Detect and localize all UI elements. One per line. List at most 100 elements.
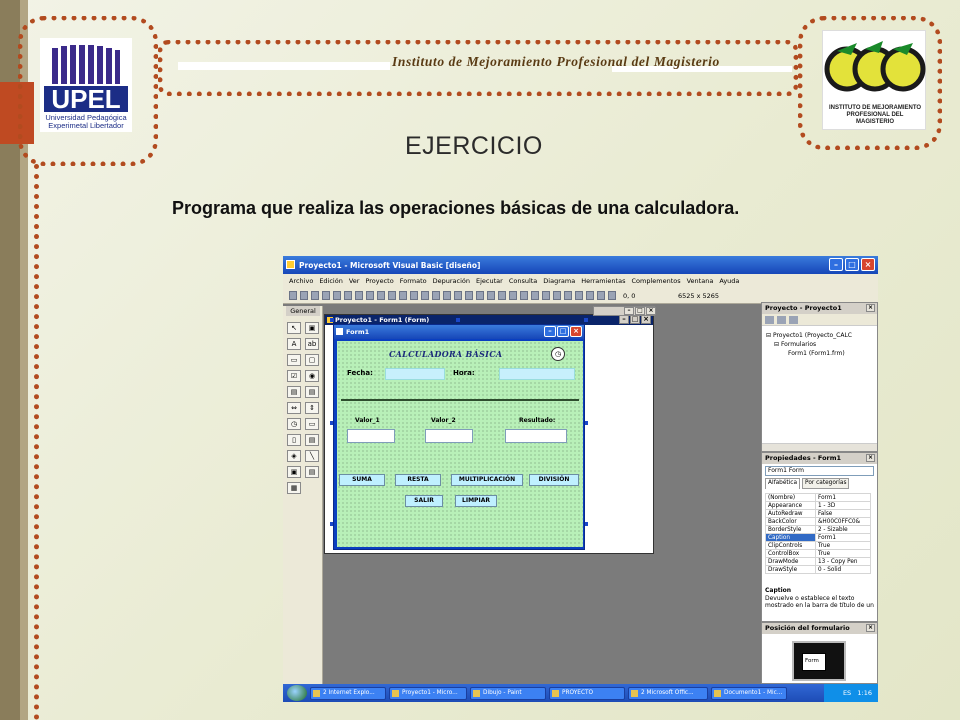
property-value[interactable]: Form1 bbox=[815, 533, 871, 542]
menu-ver[interactable]: Ver bbox=[349, 277, 360, 288]
toolbar-button-icon[interactable] bbox=[575, 291, 583, 300]
toolbox-control-icon[interactable]: ◈ bbox=[287, 450, 301, 462]
menu-depuración[interactable]: Depuración bbox=[433, 277, 470, 288]
menu-archivo[interactable]: Archivo bbox=[289, 277, 313, 288]
toolbox-control-icon[interactable]: ▣ bbox=[287, 466, 301, 478]
menu-herramientas[interactable]: Herramientas bbox=[581, 277, 625, 288]
menu-formato[interactable]: Formato bbox=[400, 277, 427, 288]
property-value[interactable]: 13 - Copy Pen bbox=[815, 557, 871, 566]
toolbox-control-icon[interactable]: ▭ bbox=[305, 418, 319, 430]
menu-ventana[interactable]: Ventana bbox=[687, 277, 714, 288]
valor1-input[interactable] bbox=[347, 429, 395, 443]
toolbox-control-icon[interactable]: ◷ bbox=[287, 418, 301, 430]
toolbox-control-icon[interactable]: ab bbox=[305, 338, 319, 350]
form-position-close-button[interactable]: × bbox=[866, 624, 875, 632]
view-code-icon[interactable] bbox=[765, 316, 774, 324]
toolbar-button-icon[interactable] bbox=[300, 291, 308, 300]
toolbar-button-icon[interactable] bbox=[597, 291, 605, 300]
property-row[interactable]: (Nombre) Form1 bbox=[765, 493, 871, 502]
property-row[interactable]: DrawMode 13 - Copy Pen bbox=[765, 557, 871, 566]
toolbar-button-icon[interactable] bbox=[553, 291, 561, 300]
toolbar-button-icon[interactable] bbox=[487, 291, 495, 300]
toolbar-button-icon[interactable] bbox=[388, 291, 396, 300]
tree-item-project[interactable]: ⊟ Proyecto1 (Proyecto_CALC bbox=[766, 331, 852, 340]
toolbox-control-icon[interactable]: ▭ bbox=[287, 354, 301, 366]
designer-close-button[interactable]: × bbox=[641, 315, 651, 324]
toolbar-button-icon[interactable] bbox=[454, 291, 462, 300]
toolbox-title[interactable]: General bbox=[286, 306, 320, 316]
toolbar-button-icon[interactable] bbox=[564, 291, 572, 300]
toolbox-control-icon[interactable]: ▤ bbox=[305, 466, 319, 478]
object-selector[interactable]: Form1 Form bbox=[765, 466, 874, 476]
project-scrollbar[interactable] bbox=[762, 443, 877, 451]
toolbox-control-icon[interactable]: ╲ bbox=[305, 450, 319, 462]
menu-complementos[interactable]: Complementos bbox=[631, 277, 680, 288]
property-value[interactable]: 2 - Sizable bbox=[815, 525, 871, 534]
toolbar-button-icon[interactable] bbox=[465, 291, 473, 300]
toolbox-control-icon[interactable]: ☑ bbox=[287, 370, 301, 382]
toolbox-control-icon[interactable]: ▤ bbox=[287, 386, 301, 398]
form-maximize-button[interactable]: □ bbox=[557, 326, 569, 337]
toolbox-control-icon[interactable]: ◉ bbox=[305, 370, 319, 382]
property-row[interactable]: Appearance 1 - 3D bbox=[765, 501, 871, 510]
toggle-folders-icon[interactable] bbox=[789, 316, 798, 324]
menu-diagrama[interactable]: Diagrama bbox=[543, 277, 575, 288]
property-value[interactable]: Form1 bbox=[815, 493, 871, 502]
view-object-icon[interactable] bbox=[777, 316, 786, 324]
property-row[interactable]: BackColor &H00C0FFC0& bbox=[765, 517, 871, 526]
timer-icon[interactable]: ◷ bbox=[551, 347, 565, 361]
toolbar-button-icon[interactable] bbox=[410, 291, 418, 300]
salir-button[interactable]: SALIR bbox=[405, 495, 443, 507]
toolbar-button-icon[interactable] bbox=[520, 291, 528, 300]
toolbox-control-icon[interactable]: ▣ bbox=[305, 322, 319, 334]
tab-alfabetica[interactable]: Alfabética bbox=[765, 478, 801, 489]
hora-field[interactable] bbox=[499, 368, 575, 380]
taskbar-item[interactable]: Proyecto1 - Micro... bbox=[389, 686, 467, 700]
property-value[interactable]: &H00C0FFC0& bbox=[815, 517, 871, 526]
project-close-button[interactable]: × bbox=[866, 304, 875, 312]
properties-close-button[interactable]: × bbox=[866, 454, 875, 462]
code-maximize-button[interactable]: □ bbox=[635, 307, 645, 315]
language-indicator[interactable]: ES bbox=[843, 689, 851, 697]
tree-item-forms[interactable]: ⊟ Formularios bbox=[766, 340, 852, 349]
toolbar-button-icon[interactable] bbox=[399, 291, 407, 300]
fecha-field[interactable] bbox=[385, 368, 445, 380]
toolbox-control-icon[interactable]: ⇔ bbox=[287, 402, 301, 414]
toolbar-button-icon[interactable] bbox=[432, 291, 440, 300]
toolbar-button-icon[interactable] bbox=[586, 291, 594, 300]
close-button[interactable]: × bbox=[861, 258, 875, 271]
property-row[interactable]: Caption Form1 bbox=[765, 533, 871, 542]
menu-ejecutar[interactable]: Ejecutar bbox=[476, 277, 503, 288]
property-value[interactable]: True bbox=[815, 549, 871, 558]
taskbar-item[interactable]: PROYECTO bbox=[549, 686, 625, 700]
property-row[interactable]: ControlBox True bbox=[765, 549, 871, 558]
resta-button[interactable]: RESTA bbox=[395, 474, 441, 486]
property-value[interactable]: False bbox=[815, 509, 871, 518]
menu-consulta[interactable]: Consulta bbox=[509, 277, 537, 288]
resultado-field[interactable] bbox=[505, 429, 567, 443]
code-close-button[interactable]: × bbox=[646, 307, 656, 315]
toolbar-button-icon[interactable] bbox=[289, 291, 297, 300]
minimize-button[interactable]: – bbox=[829, 258, 843, 271]
toolbar-button-icon[interactable] bbox=[355, 291, 363, 300]
form-minimize-button[interactable]: – bbox=[544, 326, 556, 337]
toolbar-button-icon[interactable] bbox=[443, 291, 451, 300]
taskbar-item[interactable]: 2 Internet Explo... bbox=[310, 686, 386, 700]
form-close-button[interactable]: × bbox=[570, 326, 582, 337]
toolbar-button-icon[interactable] bbox=[311, 291, 319, 300]
division-button[interactable]: DIVISIÓN bbox=[529, 474, 579, 486]
property-row[interactable]: ClipControls True bbox=[765, 541, 871, 550]
toolbar-button-icon[interactable] bbox=[509, 291, 517, 300]
toolbar-button-icon[interactable] bbox=[344, 291, 352, 300]
toolbox-control-icon[interactable]: ▤ bbox=[305, 386, 319, 398]
start-button[interactable] bbox=[287, 685, 307, 701]
selection-handle[interactable] bbox=[584, 318, 588, 322]
toolbar-button-icon[interactable] bbox=[377, 291, 385, 300]
toolbox-control-icon[interactable]: ▯ bbox=[287, 434, 301, 446]
toolbox-control-icon[interactable]: A bbox=[287, 338, 301, 350]
toolbox-control-icon[interactable]: ▢ bbox=[305, 354, 319, 366]
valor2-input[interactable] bbox=[425, 429, 473, 443]
menu-edición[interactable]: Edición bbox=[319, 277, 343, 288]
toolbar-button-icon[interactable] bbox=[542, 291, 550, 300]
property-value[interactable]: 0 - Solid bbox=[815, 565, 871, 574]
